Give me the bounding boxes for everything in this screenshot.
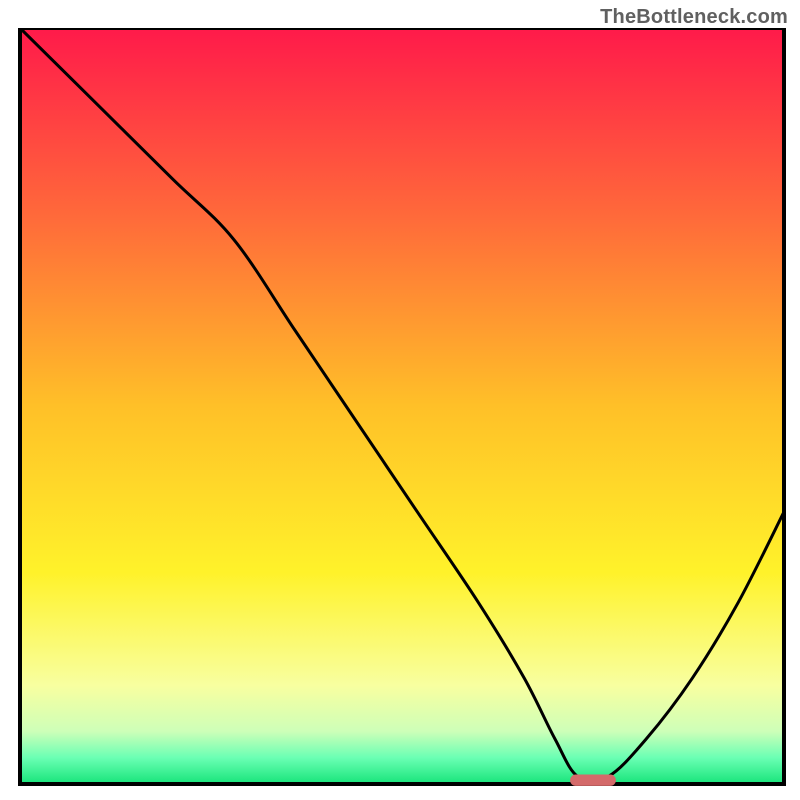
watermark-text: TheBottleneck.com <box>600 6 788 29</box>
chart-container: TheBottleneck.com <box>0 0 800 800</box>
plot-area <box>16 28 788 788</box>
chart-svg <box>16 28 788 788</box>
optimal-range-marker <box>570 775 616 786</box>
